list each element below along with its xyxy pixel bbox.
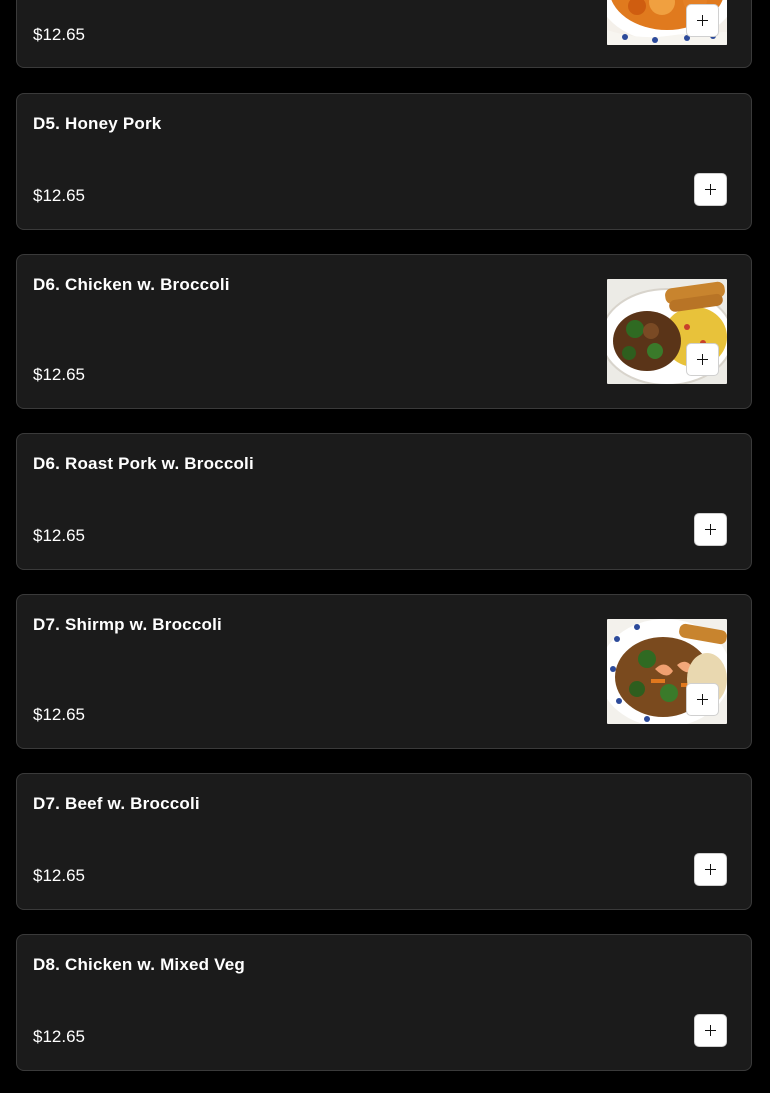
menu-item-card[interactable]: $12.65	[16, 0, 752, 68]
menu-item-price: $12.65	[33, 1027, 85, 1046]
menu-item-name: D6. Roast Pork w. Broccoli	[33, 454, 254, 473]
menu-item-list: $12.65 D5. Honey Pork $12.65 D6. Chicken…	[0, 0, 770, 1093]
plus-icon	[705, 524, 716, 535]
menu-item-image	[607, 279, 727, 384]
plus-icon	[697, 354, 708, 365]
menu-item-name: D7. Shirmp w. Broccoli	[33, 615, 222, 634]
menu-item-price: $12.65	[33, 25, 85, 44]
add-to-cart-button[interactable]	[694, 853, 727, 886]
menu-item-name: D5. Honey Pork	[33, 114, 162, 133]
menu-item-price: $12.65	[33, 186, 85, 205]
menu-item-name: D6. Chicken w. Broccoli	[33, 275, 230, 294]
menu-item-price: $12.65	[33, 866, 85, 885]
plus-icon	[705, 184, 716, 195]
menu-item-name: D8. Chicken w. Mixed Veg	[33, 955, 246, 974]
add-to-cart-button[interactable]	[694, 1014, 727, 1047]
plus-icon	[697, 694, 708, 705]
menu-item-card[interactable]: D6. Chicken w. Broccoli $12.65	[16, 254, 752, 409]
menu-item-image	[607, 619, 727, 724]
add-to-cart-button[interactable]	[686, 4, 719, 37]
menu-item-price: $12.65	[33, 705, 85, 724]
plus-icon	[705, 1025, 716, 1036]
menu-item-card[interactable]: D7. Beef w. Broccoli $12.65	[16, 773, 752, 910]
menu-item-price: $12.65	[33, 526, 85, 545]
menu-item-image	[607, 0, 727, 45]
menu-item-price: $12.65	[33, 365, 85, 384]
add-to-cart-button[interactable]	[686, 343, 719, 376]
menu-item-name: D7. Beef w. Broccoli	[33, 794, 200, 813]
plus-icon	[697, 15, 708, 26]
menu-item-card[interactable]: D6. Roast Pork w. Broccoli $12.65	[16, 433, 752, 570]
menu-item-card[interactable]: D8. Chicken w. Mixed Veg $12.65	[16, 934, 752, 1071]
plus-icon	[705, 864, 716, 875]
add-to-cart-button[interactable]	[694, 173, 727, 206]
add-to-cart-button[interactable]	[686, 683, 719, 716]
menu-item-card[interactable]: D5. Honey Pork $12.65	[16, 93, 752, 230]
add-to-cart-button[interactable]	[694, 513, 727, 546]
menu-item-card[interactable]: D7. Shirmp w. Broccoli $12.65	[16, 594, 752, 749]
